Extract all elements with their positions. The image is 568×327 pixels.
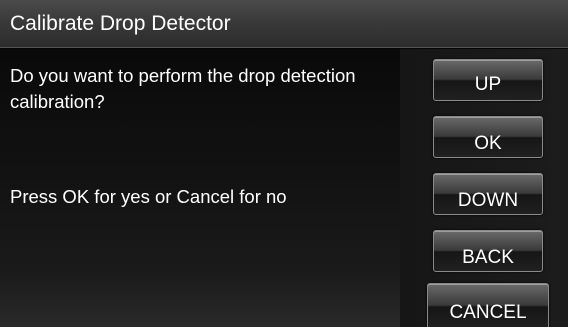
confirmation-question: Do you want to perform the drop detectio… bbox=[10, 65, 356, 112]
back-button-label: BACK bbox=[462, 246, 514, 268]
cancel-button-label: CANCEL bbox=[449, 301, 527, 323]
back-button[interactable]: BACK bbox=[433, 230, 543, 272]
instruction-text: Press OK for yes or Cancel for no bbox=[10, 186, 287, 207]
down-button-label: DOWN bbox=[457, 189, 519, 211]
calibrate-drop-detector-screen: Calibrate Drop Detector Do you want to p… bbox=[0, 0, 568, 327]
page-title: Calibrate Drop Detector bbox=[10, 12, 231, 35]
ok-button-label: OK bbox=[474, 132, 502, 154]
ok-button[interactable]: OK bbox=[433, 116, 543, 158]
up-button-label: UP bbox=[474, 74, 502, 95]
cancel-button[interactable]: CANCEL bbox=[427, 283, 549, 327]
title-bar: Calibrate Drop Detector bbox=[0, 0, 568, 48]
down-button[interactable]: DOWN bbox=[433, 173, 543, 215]
message-area: Do you want to perform the drop detectio… bbox=[0, 49, 400, 327]
up-button[interactable]: UP bbox=[433, 59, 543, 101]
button-panel: UP OK DOWN BACK CANCEL bbox=[400, 49, 568, 327]
